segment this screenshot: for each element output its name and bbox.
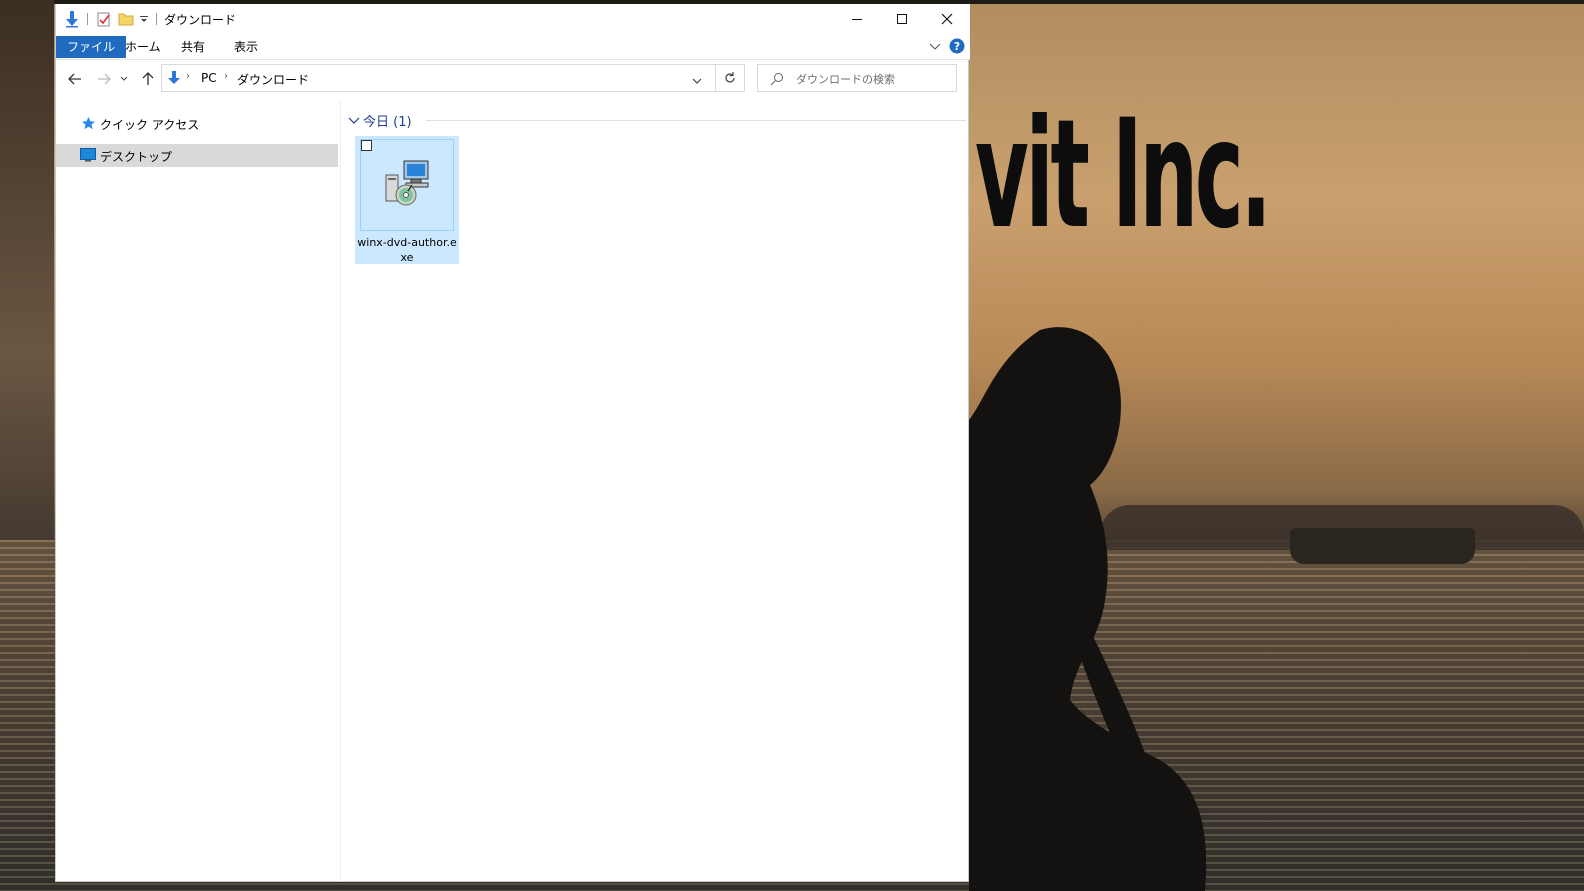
star-icon bbox=[81, 116, 96, 134]
minimize-icon bbox=[851, 19, 862, 20]
address-history-chevron-icon[interactable] bbox=[692, 74, 702, 88]
up-button[interactable] bbox=[137, 69, 159, 89]
breadcrumb-separator-icon: › bbox=[224, 71, 228, 82]
customize-toolbar-chevron-icon[interactable] bbox=[139, 9, 149, 29]
title-bar: ダウンロード bbox=[56, 4, 970, 34]
group-divider bbox=[426, 120, 966, 121]
file-name: winx-dvd-author.exe bbox=[357, 236, 457, 264]
minimize-button[interactable] bbox=[834, 4, 879, 34]
refresh-icon bbox=[725, 72, 735, 83]
ribbon-tabs: ファイル ホーム 共有 表示 ? bbox=[56, 34, 970, 60]
arrow-right-icon bbox=[98, 73, 111, 85]
help-icon[interactable]: ? bbox=[949, 38, 965, 57]
downloads-location-icon bbox=[166, 70, 182, 89]
title-separator bbox=[156, 13, 157, 25]
tab-share[interactable]: 共有 bbox=[170, 36, 216, 58]
installer-icon bbox=[382, 159, 432, 212]
expand-ribbon-chevron-icon[interactable] bbox=[929, 41, 941, 55]
recent-locations-button[interactable] bbox=[117, 69, 131, 89]
refresh-button[interactable] bbox=[715, 64, 745, 92]
navigation-pane: クイック アクセス デスクトップ bbox=[56, 100, 341, 882]
search-placeholder: ダウンロードの検索 bbox=[796, 73, 895, 86]
desktop-icon bbox=[80, 148, 96, 165]
close-icon bbox=[941, 13, 952, 25]
breadcrumb-downloads[interactable]: ダウンロード bbox=[237, 71, 309, 88]
downloads-folder-icon bbox=[64, 9, 80, 29]
tab-view[interactable]: 表示 bbox=[223, 36, 269, 58]
tab-home[interactable]: ホーム bbox=[114, 36, 172, 58]
chevron-down-icon bbox=[120, 76, 128, 81]
search-icon bbox=[770, 72, 784, 89]
nav-item-quick-access[interactable]: クイック アクセス bbox=[56, 112, 338, 135]
new-folder-icon[interactable] bbox=[118, 9, 134, 29]
maximize-button[interactable] bbox=[879, 4, 924, 34]
breadcrumb-separator-icon: › bbox=[186, 71, 190, 82]
content-pane: 今日 (1) winx-dvd-author.exe bbox=[341, 100, 968, 882]
arrow-up-icon bbox=[142, 72, 154, 85]
arrow-left-icon bbox=[68, 73, 81, 85]
breadcrumb-pc[interactable]: PC bbox=[201, 71, 217, 85]
file-item[interactable]: winx-dvd-author.exe bbox=[355, 136, 459, 264]
title-separator bbox=[87, 13, 88, 25]
nav-item-desktop[interactable]: デスクトップ bbox=[56, 144, 338, 167]
group-header-today[interactable]: 今日 (1) bbox=[346, 110, 966, 130]
window-title: ダウンロード bbox=[164, 13, 237, 27]
maximize-icon bbox=[896, 14, 907, 24]
search-input[interactable]: ダウンロードの検索 bbox=[757, 64, 957, 92]
close-button[interactable] bbox=[924, 4, 969, 34]
navigation-bar: › PC › ダウンロード ダウンロードの検索 bbox=[56, 60, 970, 98]
wallpaper-person-silhouette bbox=[969, 327, 1207, 891]
file-explorer-window: ダウンロード ファイル ホーム 共有 表示 ? › PC › ダウンロード ダウ… bbox=[55, 4, 970, 882]
properties-icon[interactable] bbox=[96, 9, 112, 29]
nav-item-label: クイック アクセス bbox=[100, 118, 200, 132]
group-label: 今日 (1) bbox=[363, 115, 412, 130]
nav-item-label: デスクトップ bbox=[100, 150, 173, 164]
address-bar[interactable]: › PC › ダウンロード bbox=[161, 64, 716, 92]
select-checkbox[interactable] bbox=[361, 140, 372, 151]
collapse-chevron-icon bbox=[348, 114, 360, 128]
svg-text:?: ? bbox=[954, 40, 960, 53]
back-button[interactable] bbox=[64, 69, 86, 89]
forward-button[interactable] bbox=[93, 69, 115, 89]
